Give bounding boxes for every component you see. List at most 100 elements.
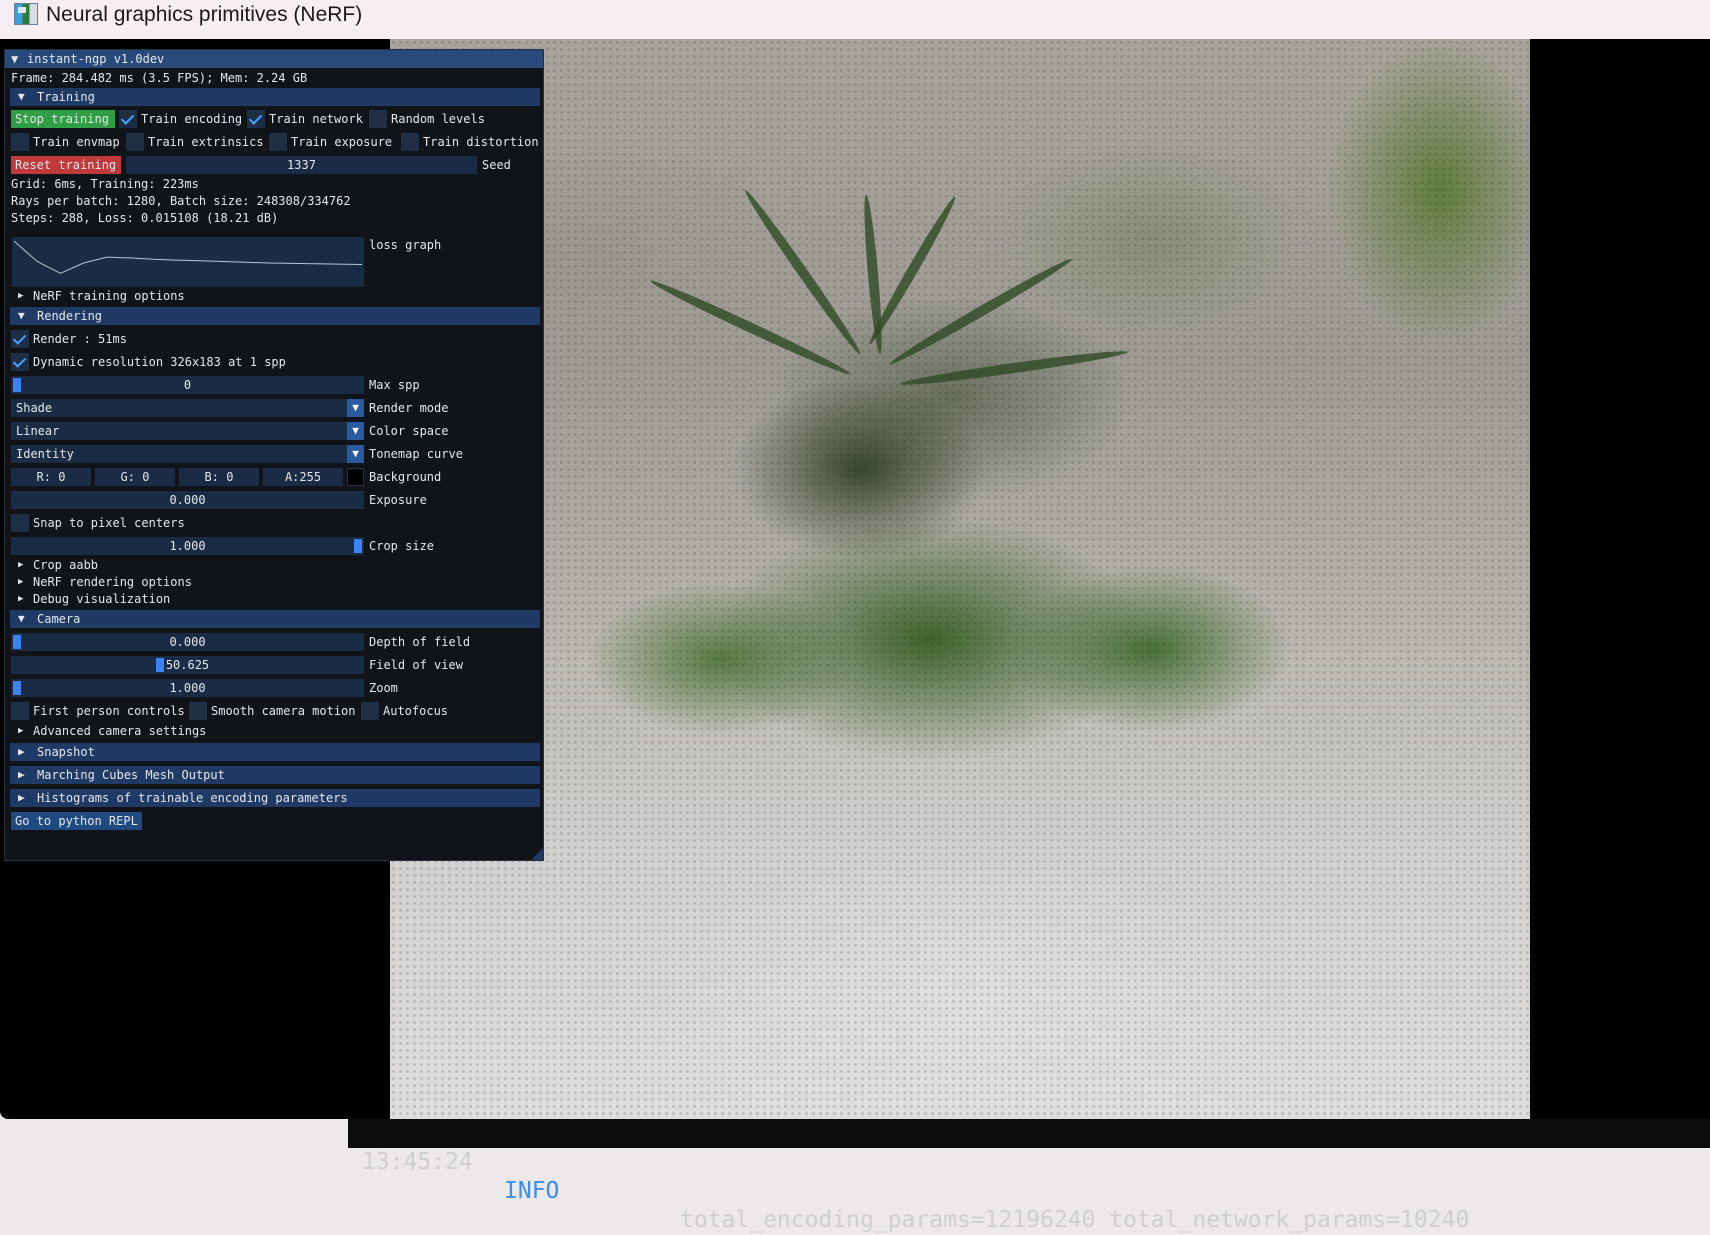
- train-encoding-checkbox[interactable]: [119, 110, 137, 128]
- max-spp-label: Max spp: [369, 378, 420, 392]
- collapse-triangle-icon: ▼: [18, 612, 25, 625]
- tonemap-curve-combo[interactable]: Identity ▼: [11, 445, 364, 463]
- background-a-input[interactable]: A:255: [263, 468, 343, 486]
- exposure-slider[interactable]: 0.000: [11, 491, 364, 509]
- loss-graph-label: loss graph: [369, 238, 442, 252]
- reset-training-button[interactable]: Reset training: [11, 156, 121, 174]
- steps-stats: Steps: 288, Loss: 0.015108 (18.21 dB): [11, 211, 279, 225]
- snap-to-pixel-centers-checkbox[interactable]: [11, 514, 29, 532]
- depth-of-field-value: 0.000: [169, 635, 206, 649]
- train-extrinsics-label: Train extrinsics: [148, 135, 264, 149]
- log-console: 13:45:24 INFO total_encoding_params=1219…: [348, 1119, 1710, 1233]
- combo-arrow-icon[interactable]: ▼: [347, 399, 364, 417]
- snapshot-header-label: Snapshot: [37, 745, 95, 759]
- train-network-checkbox[interactable]: [247, 110, 265, 128]
- marching-cubes-header-label: Marching Cubes Mesh Output: [37, 768, 225, 782]
- crop-aabb-toggle[interactable]: Crop aabb: [33, 557, 98, 573]
- tonemap-curve-label: Tonemap curve: [369, 447, 463, 461]
- slider-grab[interactable]: [13, 681, 21, 695]
- max-spp-slider[interactable]: 0: [11, 376, 364, 394]
- collapse-triangle-icon[interactable]: ▼: [11, 50, 18, 68]
- render-mode-value: Shade: [16, 401, 53, 415]
- dynamic-resolution-label: Dynamic resolution 326x183 at 1 spp: [33, 355, 286, 369]
- zoom-label: Zoom: [369, 681, 398, 695]
- train-extrinsics-checkbox[interactable]: [126, 133, 144, 151]
- nerf-rendering-options-toggle[interactable]: NeRF rendering options: [33, 574, 192, 590]
- expand-triangle-icon[interactable]: ▶: [18, 723, 23, 739]
- expand-triangle-icon: ▶: [18, 791, 25, 804]
- python-repl-button[interactable]: Go to python REPL: [11, 812, 142, 830]
- marching-cubes-header[interactable]: ▶ Marching Cubes Mesh Output: [10, 766, 540, 784]
- dynamic-resolution-checkbox[interactable]: [11, 353, 29, 371]
- app-icon: [14, 3, 38, 25]
- train-network-label: Train network: [269, 112, 363, 126]
- exposure-label: Exposure: [369, 493, 427, 507]
- debug-visualization-toggle[interactable]: Debug visualization: [33, 591, 170, 607]
- render-mode-combo[interactable]: Shade ▼: [11, 399, 364, 417]
- seed-input[interactable]: 1337: [126, 156, 477, 174]
- slider-grab[interactable]: [156, 658, 165, 672]
- rendering-header-label: Rendering: [37, 309, 103, 323]
- expand-triangle-icon: ▶: [18, 745, 25, 758]
- combo-arrow-icon[interactable]: ▼: [347, 445, 364, 463]
- render-mode-label: Render mode: [369, 401, 449, 415]
- field-of-view-slider[interactable]: 50.625: [11, 656, 364, 674]
- panel-title: instant-ngp v1.0dev: [27, 52, 165, 66]
- snapshot-header[interactable]: ▶ Snapshot: [10, 743, 540, 761]
- slider-grab[interactable]: [13, 378, 21, 392]
- expand-triangle-icon[interactable]: ▶: [18, 591, 23, 607]
- background-b-input[interactable]: B: 0: [179, 468, 259, 486]
- background-g-input[interactable]: G: 0: [95, 468, 175, 486]
- loss-graph-line: [13, 240, 363, 274]
- expand-triangle-icon[interactable]: ▶: [18, 288, 23, 304]
- crop-size-value: 1.000: [169, 539, 206, 553]
- crop-size-slider[interactable]: 1.000: [11, 537, 364, 555]
- window-title: Neural graphics primitives (NeRF): [46, 3, 363, 26]
- training-header-label: Training: [37, 90, 95, 104]
- expand-triangle-icon[interactable]: ▶: [18, 574, 23, 590]
- rendering-header[interactable]: ▼ Rendering: [10, 307, 540, 325]
- field-of-view-label: Field of view: [369, 658, 463, 672]
- collapse-triangle-icon: ▼: [18, 309, 25, 322]
- train-exposure-checkbox[interactable]: [269, 133, 287, 151]
- first-person-controls-label: First person controls: [33, 704, 185, 718]
- train-envmap-label: Train envmap: [33, 135, 120, 149]
- train-envmap-checkbox[interactable]: [11, 133, 29, 151]
- loss-graph: [12, 237, 364, 287]
- background-label: Background: [369, 470, 442, 484]
- color-space-combo[interactable]: Linear ▼: [11, 422, 364, 440]
- training-header[interactable]: ▼ Training: [10, 88, 540, 106]
- random-levels-checkbox[interactable]: [369, 110, 387, 128]
- zoom-slider[interactable]: 1.000: [11, 679, 364, 697]
- frame-info: Frame: 284.482 ms (3.5 FPS); Mem: 2.24 G…: [11, 71, 308, 85]
- slider-grab[interactable]: [13, 635, 21, 649]
- depth-of-field-label: Depth of field: [369, 635, 471, 649]
- loss-graph-plot: [13, 240, 363, 274]
- log-message: total_encoding_params=12196240 total_net…: [680, 1207, 1470, 1233]
- panel-title-bar[interactable]: ▼ instant-ngp v1.0dev: [5, 50, 543, 68]
- histograms-header[interactable]: ▶ Histograms of trainable encoding param…: [10, 789, 540, 807]
- tonemap-curve-value: Identity: [16, 447, 74, 461]
- train-exposure-label: Train exposure: [291, 135, 393, 149]
- expand-triangle-icon[interactable]: ▶: [18, 557, 23, 573]
- train-distortion-checkbox[interactable]: [401, 133, 419, 151]
- depth-of-field-slider[interactable]: 0.000: [11, 633, 364, 651]
- smooth-camera-motion-label: Smooth camera motion: [211, 704, 356, 718]
- background-r-input[interactable]: R: 0: [11, 468, 91, 486]
- expand-triangle-icon: ▶: [18, 768, 25, 781]
- smooth-camera-motion-checkbox[interactable]: [189, 702, 207, 720]
- train-distortion-label: Train distortion: [423, 135, 539, 149]
- autofocus-checkbox[interactable]: [361, 702, 379, 720]
- render-checkbox[interactable]: [11, 330, 29, 348]
- advanced-camera-settings-toggle[interactable]: Advanced camera settings: [33, 723, 206, 739]
- stop-training-button[interactable]: Stop training: [11, 110, 115, 128]
- background-color-swatch[interactable]: [347, 468, 364, 486]
- nerf-training-options-toggle[interactable]: NeRF training options: [33, 288, 185, 304]
- camera-header[interactable]: ▼ Camera: [10, 610, 540, 628]
- resize-grip-icon[interactable]: [531, 848, 543, 860]
- combo-arrow-icon[interactable]: ▼: [347, 422, 364, 440]
- first-person-controls-checkbox[interactable]: [11, 702, 29, 720]
- collapse-triangle-icon: ▼: [18, 90, 25, 103]
- slider-grab[interactable]: [354, 539, 362, 553]
- random-levels-label: Random levels: [391, 112, 485, 126]
